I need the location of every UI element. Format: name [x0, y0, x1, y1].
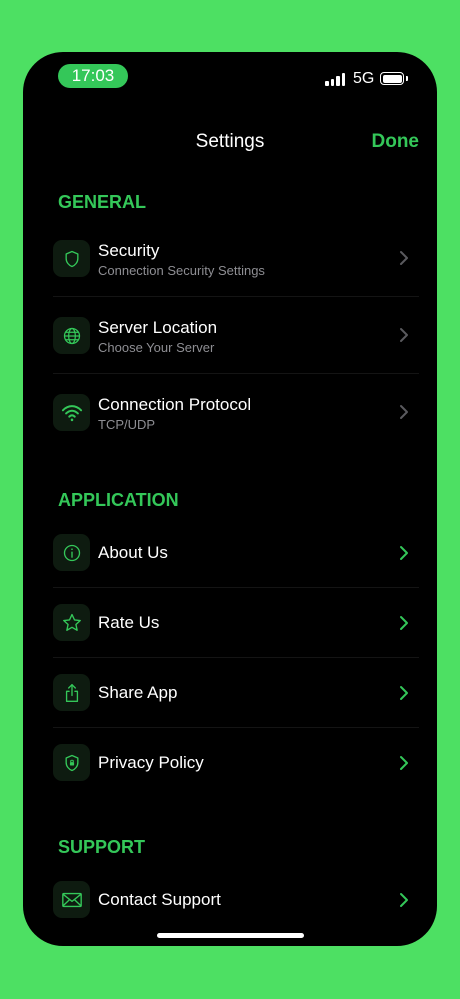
row-subtitle: Choose Your Server — [98, 340, 215, 355]
settings-row-about-us[interactable]: About Us — [53, 534, 419, 571]
row-subtitle: TCP/UDP — [98, 417, 156, 432]
divider — [53, 296, 419, 297]
row-title: Privacy Policy — [98, 753, 204, 772]
chevron-right-icon — [400, 756, 408, 770]
home-indicator[interactable] — [157, 933, 304, 938]
chevron-right-icon — [400, 616, 408, 630]
row-title: About Us — [98, 543, 168, 562]
wifi-icon — [53, 394, 90, 431]
row-subtitle: Connection Security Settings — [98, 263, 265, 278]
battery-icon — [380, 72, 408, 86]
privacy-shield-icon — [53, 744, 90, 781]
divider — [53, 727, 419, 728]
section-header-support: SUPPORT — [58, 837, 146, 857]
status-bar: 17:03 5G — [23, 52, 437, 102]
row-title: Server Location — [98, 318, 218, 337]
section-header-application: APPLICATION — [58, 490, 179, 510]
chevron-right-icon — [400, 686, 408, 700]
share-icon — [53, 674, 90, 711]
row-title: Security — [98, 241, 160, 260]
section-header-general: GENERAL — [58, 192, 147, 212]
chevron-right-icon — [400, 405, 408, 419]
network-type: 5G — [353, 70, 375, 87]
status-time: 17:03 — [58, 64, 128, 88]
row-title: Connection Protocol — [98, 395, 252, 414]
envelope-icon — [53, 881, 90, 918]
info-icon — [53, 534, 90, 571]
divider — [53, 657, 419, 658]
settings-row-rate-us[interactable]: Rate Us — [53, 604, 419, 641]
chevron-right-icon — [400, 328, 408, 342]
chevron-right-icon — [400, 546, 408, 560]
settings-row-share-app[interactable]: Share App — [53, 674, 419, 711]
phone-screen: 17:03 5G Settings Done GENERAL Security … — [23, 52, 437, 946]
row-title: Share App — [98, 683, 178, 702]
globe-icon — [53, 317, 90, 354]
star-icon — [53, 604, 90, 641]
settings-row-contact-support[interactable]: Contact Support — [53, 881, 419, 918]
divider — [53, 587, 419, 588]
cellular-signal-icon — [325, 72, 347, 86]
row-title: Contact Support — [98, 890, 221, 909]
row-title: Rate Us — [98, 613, 160, 632]
settings-row-privacy-policy[interactable]: Privacy Policy — [53, 744, 419, 781]
divider — [53, 373, 419, 374]
shield-icon — [53, 240, 90, 277]
settings-row-server-location[interactable]: Server Location Choose Your Server — [53, 311, 419, 371]
done-button[interactable]: Done — [372, 130, 420, 154]
chevron-right-icon — [400, 251, 408, 265]
settings-row-security[interactable]: Security Connection Security Settings — [53, 234, 419, 294]
settings-row-connection-protocol[interactable]: Connection Protocol TCP/UDP — [53, 388, 419, 448]
chevron-right-icon — [400, 893, 408, 907]
